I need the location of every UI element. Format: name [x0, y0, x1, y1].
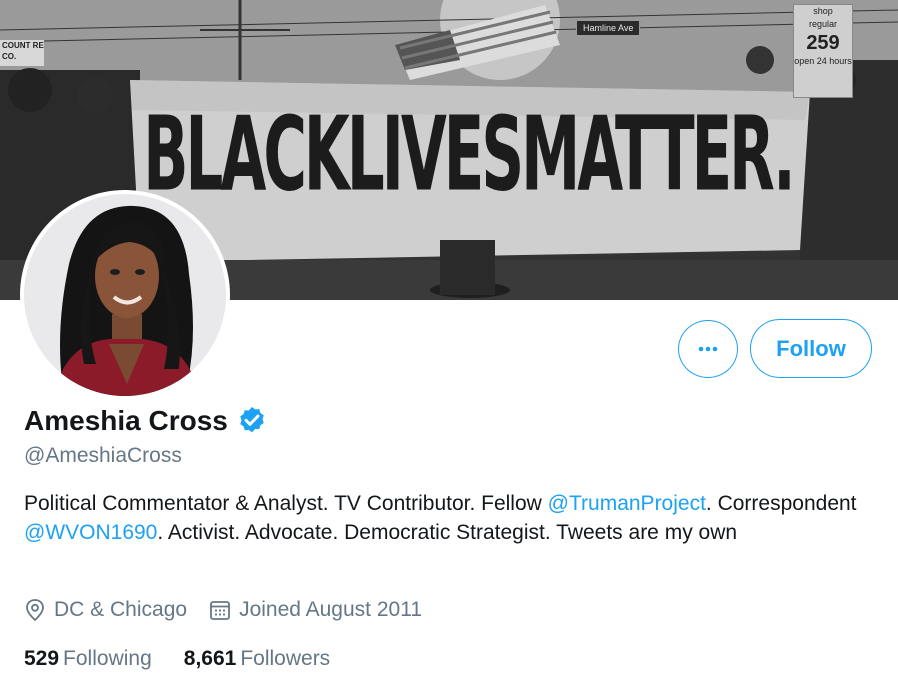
more-options-button[interactable]	[678, 320, 738, 378]
avatar-photo	[24, 194, 226, 396]
following-label: Following	[63, 647, 152, 670]
street-sign: Hamline Ave	[576, 20, 641, 36]
followers-link[interactable]: 8,661 Followers	[184, 647, 330, 671]
bio-mention-link[interactable]: @WVON1690	[24, 521, 157, 544]
gas-sign-mid: regular	[808, 19, 837, 29]
bio-mention-link[interactable]: @TrumanProject	[548, 492, 706, 515]
joined-item: Joined August 2011	[209, 598, 422, 622]
bio-text: . Activist. Advocate. Democratic Strateg…	[157, 521, 738, 544]
gas-sign-bottom: open 24 hours	[794, 56, 852, 66]
following-count: 529	[24, 647, 60, 670]
bio-text: Political Commentator & Analyst. TV Cont…	[24, 492, 548, 515]
location-text: DC & Chicago	[54, 598, 188, 621]
profile-stats: 529 Following 8,661 Followers	[24, 647, 362, 671]
calendar-icon	[210, 601, 230, 620]
gas-price-sign: shop regular 259 open 24 hours	[793, 4, 853, 98]
follow-button[interactable]: Follow	[750, 319, 872, 378]
profile-meta: DC & Chicago Joined August 2011	[24, 598, 444, 622]
profile-avatar[interactable]	[20, 190, 230, 400]
gas-sign-top: shop	[813, 6, 833, 16]
profile-handle: @AmeshiaCross	[24, 444, 182, 467]
joined-text: Joined August 2011	[239, 598, 422, 621]
banner-protest-text: BLACKLIVESMATTER.	[143, 94, 795, 214]
more-horizontal-icon	[698, 346, 718, 352]
store-sign: COUNT RE CO.	[0, 40, 44, 66]
location-item: DC & Chicago	[24, 598, 187, 622]
profile-name: Ameshia Cross	[24, 405, 228, 436]
followers-count: 8,661	[183, 647, 237, 670]
verified-badge-icon	[240, 407, 264, 433]
profile-name-row: Ameshia Cross	[24, 405, 268, 437]
following-link[interactable]: 529 Following	[24, 647, 152, 671]
followers-label: Followers	[240, 647, 331, 670]
location-pin-icon	[26, 599, 44, 622]
bio-text: . Correspondent	[705, 492, 857, 515]
profile-bio: Political Commentator & Analyst. TV Cont…	[24, 489, 874, 547]
gas-sign-price: 259	[806, 32, 840, 54]
